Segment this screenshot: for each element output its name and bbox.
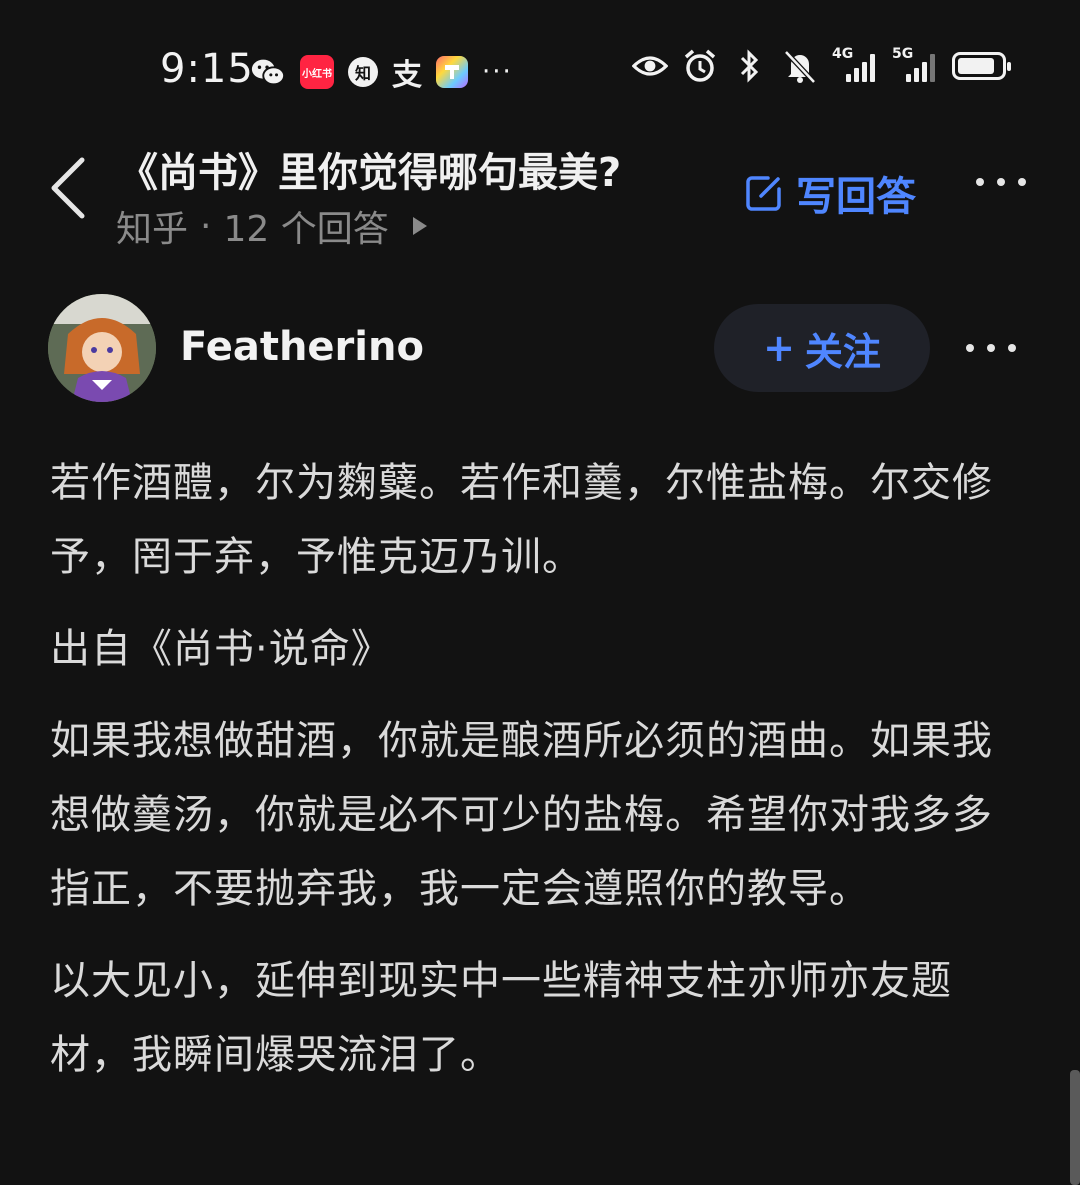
follow-button[interactable]: + 关注 [714,304,930,392]
app-icon [436,56,468,88]
author-name[interactable]: Featherino [180,324,424,370]
avatar[interactable] [48,294,156,402]
write-answer-label: 写回答 [796,174,916,220]
zhihu-answer-screen: 9:15 小红书 知 支 ··· 4G 5G 《尚书》里你觉得哪句最美? 知乎 … [0,0,1080,1185]
play-arrow-icon [412,217,427,235]
mute-bell-icon [782,48,818,84]
system-icons: 4G 5G [632,46,1011,84]
author-row: Featherino + 关注 [0,294,1080,406]
answer-paragraph: 以大见小，延伸到现实中一些精神支柱亦师亦友题材，我瞬间爆哭流泪了。 [50,958,952,1078]
source-label: 知乎 [116,209,189,250]
question-meta[interactable]: 知乎 · 12 个回答 [116,200,427,252]
answer-content: 若作酒醴，尔为麴糵。若作和羹，尔惟盐梅。尔交修予，罔于弃，予惟克迈乃训。 出自《… [50,446,1010,1110]
xiaohongshu-icon: 小红书 [300,55,334,89]
scrollbar[interactable] [1070,1070,1080,1185]
edit-icon [746,176,781,211]
bluetooth-icon [732,48,768,84]
follow-label: 关注 [804,329,881,374]
answer-paragraph: 如果我想做甜酒，你就是酿酒所必须的酒曲。如果我想做羹汤，你就是必不可少的盐梅。希… [50,718,993,912]
signal-5g-icon: 5G [892,46,938,84]
alipay-label: 支 [392,58,422,93]
battery-icon [952,52,1011,80]
chevron-left-icon [51,157,85,219]
plus-icon: + [763,326,795,370]
alipay-icon: 支 [392,50,422,94]
alarm-icon [682,48,718,84]
write-answer-button[interactable]: 写回答 [744,164,916,222]
notification-icons: 小红书 知 支 ··· [250,50,513,94]
status-bar: 9:15 小红书 知 支 ··· 4G 5G [0,40,1080,96]
xiaohongshu-label: 小红书 [302,68,332,80]
wechat-icon [250,54,286,90]
battery-level [958,58,994,74]
author-more-icon[interactable] [966,344,1016,352]
more-notifications-icon: ··· [482,57,513,87]
eye-icon [632,48,668,84]
more-options-icon[interactable] [976,178,1026,186]
signal-4g-icon: 4G [832,46,878,84]
zhihu-label: 知 [354,64,371,83]
back-button[interactable] [44,156,94,220]
answer-paragraph: 若作酒醴，尔为麴糵。若作和羹，尔惟盐梅。尔交修予，罔于弃，予惟克迈乃训。 [50,460,993,580]
answer-paragraph: 出自《尚书·说命》 [50,626,392,672]
zhihu-icon: 知 [348,57,378,87]
status-time: 9:15 [160,46,254,92]
answer-count: 12 个回答 [223,209,389,250]
question-title[interactable]: 《尚书》里你觉得哪句最美? [118,140,621,198]
meta-separator: · [200,205,212,247]
question-header: 《尚书》里你觉得哪句最美? 知乎 · 12 个回答 写回答 [0,130,1080,250]
